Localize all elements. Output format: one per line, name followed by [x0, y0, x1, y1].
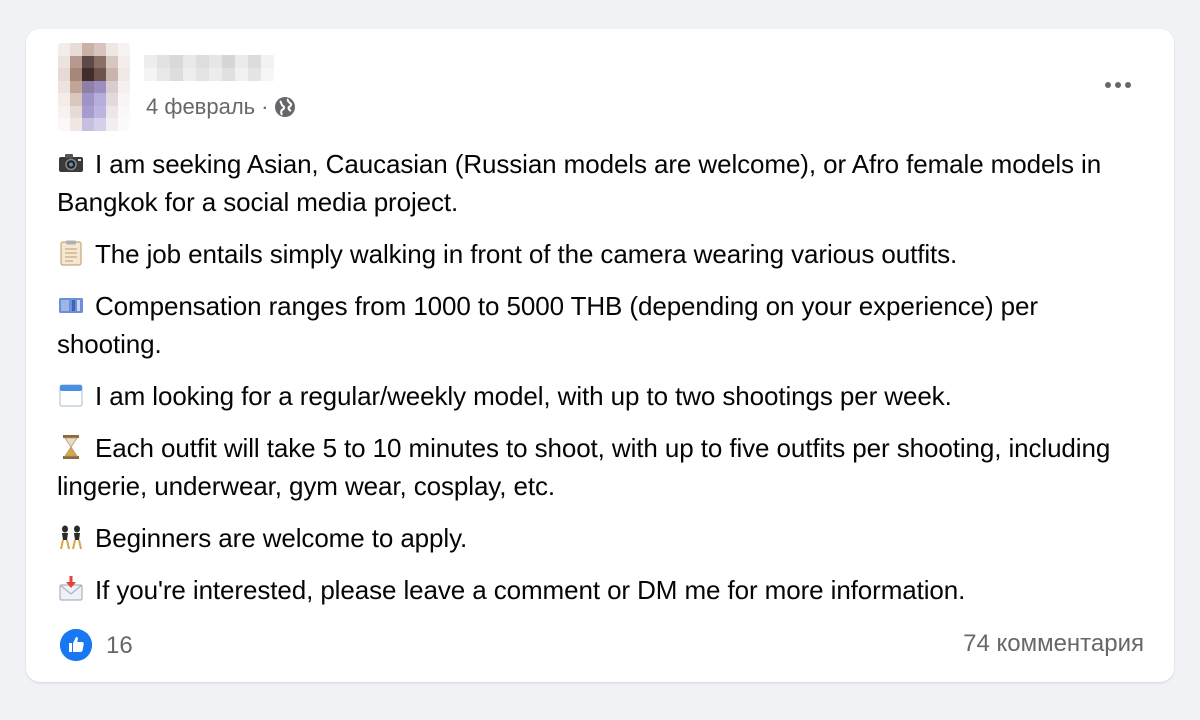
dot-icon	[1115, 82, 1121, 88]
paragraph-text: Compensation ranges from 1000 to 5000 TH…	[57, 291, 1038, 359]
author-name[interactable]	[144, 55, 274, 81]
post-paragraph: Beginners are welcome to apply.	[57, 519, 1147, 557]
post-paragraph: Each outfit will take 5 to 10 minutes to…	[57, 429, 1147, 505]
post-date[interactable]: 4 февраль	[146, 93, 255, 121]
meta-separator: ·	[261, 94, 269, 119]
post-paragraph: The job entails simply walking in front …	[57, 235, 1147, 273]
avatar[interactable]	[58, 43, 130, 131]
more-options-button[interactable]	[1098, 73, 1138, 97]
paragraph-text: If you're interested, please leave a com…	[95, 575, 966, 605]
camera-icon	[57, 149, 85, 177]
paragraph-text: The job entails simply walking in front …	[95, 239, 958, 269]
post-paragraph: I am looking for a regular/weekly model,…	[57, 377, 1147, 415]
hourglass-icon	[57, 433, 85, 461]
globe-icon	[274, 96, 296, 118]
inbox-icon	[57, 575, 85, 603]
clipboard-icon	[57, 239, 85, 267]
post-paragraph: Compensation ranges from 1000 to 5000 TH…	[57, 287, 1147, 363]
paragraph-text: Beginners are welcome to apply.	[95, 523, 468, 553]
money-icon	[57, 291, 85, 319]
paragraph-text: Each outfit will take 5 to 10 minutes to…	[57, 433, 1111, 501]
post-body: I am seeking Asian, Caucasian (Russian m…	[57, 145, 1147, 623]
comments-count-link[interactable]: 74 комментария	[963, 629, 1144, 659]
post-paragraph: If you're interested, please leave a com…	[57, 571, 1147, 609]
dot-icon	[1105, 82, 1111, 88]
post-card: 4 февраль · I am seeking Asian, Caucasia…	[26, 29, 1174, 682]
dot-icon	[1125, 82, 1131, 88]
post-paragraph: I am seeking Asian, Caucasian (Russian m…	[57, 145, 1147, 221]
dancers-icon	[57, 523, 85, 551]
post-footer: 16 74 комментария	[60, 627, 1144, 663]
like-count[interactable]: 16	[106, 631, 133, 661]
paragraph-text: I am looking for a regular/weekly model,…	[95, 381, 952, 411]
calendar-icon	[57, 381, 85, 409]
paragraph-text: I am seeking Asian, Caucasian (Russian m…	[57, 149, 1102, 217]
post-meta: 4 февраль ·	[146, 93, 296, 121]
like-icon[interactable]	[60, 629, 92, 661]
